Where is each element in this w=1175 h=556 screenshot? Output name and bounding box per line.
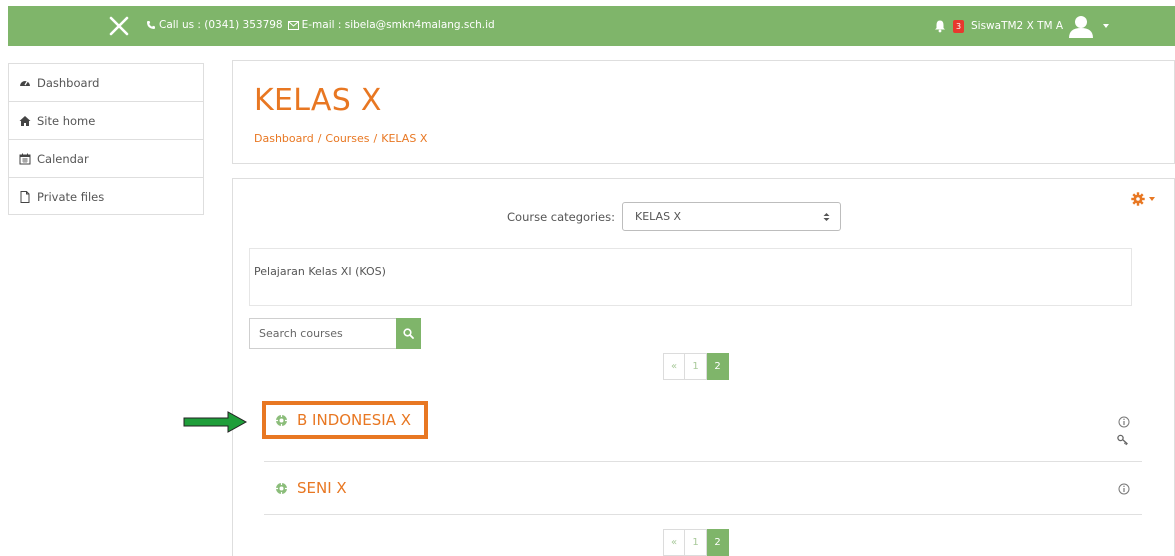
info-icon[interactable] [1118, 483, 1130, 495]
page-prev[interactable]: « [663, 353, 685, 380]
settings-menu[interactable] [1131, 192, 1155, 206]
page-1[interactable]: 1 [685, 353, 707, 380]
breadcrumb-courses[interactable]: Courses [325, 132, 369, 145]
message-badge[interactable]: 3 [953, 19, 964, 33]
page-1[interactable]: 1 [685, 529, 707, 556]
info-icon[interactable] [1118, 416, 1130, 428]
breadcrumb-separator: / [373, 132, 378, 145]
course-link[interactable]: B INDONESIA X [275, 411, 411, 429]
bell-icon[interactable] [933, 19, 947, 33]
sidebar-item-label: Site home [37, 113, 96, 128]
select-arrows-icon [823, 213, 830, 221]
course-divider [264, 514, 1142, 515]
chevron-down-icon [1149, 197, 1155, 201]
calendar-icon [19, 153, 31, 164]
category-label: Course categories: [507, 210, 615, 224]
sidebar-item-site-home[interactable]: Site home [9, 102, 203, 140]
pagination-top: « 1 2 [663, 353, 729, 380]
subcategory-link[interactable]: Pelajaran Kelas XI (KOS) [254, 265, 386, 278]
top-navbar: Call us : (0341) 353798 E-mail : sibela@… [8, 6, 1175, 46]
page-title: KELAS X [254, 83, 382, 118]
user-name[interactable]: SiswaTM2 X TM A [971, 20, 1063, 32]
course-name: SENI X [297, 479, 347, 497]
sidebar-item-dashboard[interactable]: Dashboard [9, 64, 203, 102]
search-icon [403, 328, 414, 339]
phone-icon [147, 21, 155, 29]
file-icon [20, 191, 30, 203]
sidebar-item-private-files[interactable]: Private files [9, 178, 203, 216]
sidebar-item-calendar[interactable]: Calendar [9, 140, 203, 178]
tachometer-icon [20, 80, 30, 86]
gear-icon [1131, 192, 1145, 206]
home-icon [19, 115, 31, 126]
sidebar-item-label: Private files [37, 190, 105, 204]
page-prev[interactable]: « [663, 529, 685, 556]
breadcrumb-current[interactable]: KELAS X [381, 132, 427, 145]
arrow-right-icon [183, 411, 248, 433]
page-header: KELAS X Dashboard / Courses / KELAS X [232, 60, 1175, 164]
contact-info: Call us : (0341) 353798 E-mail : sibela@… [146, 19, 495, 31]
email-text: E-mail : sibela@smkn4malang.sch.id [301, 19, 495, 31]
breadcrumb-separator: / [317, 132, 322, 145]
category-select[interactable]: KELAS X [622, 202, 841, 231]
key-icon [1117, 434, 1128, 446]
close-icon[interactable] [107, 14, 131, 38]
page-2[interactable]: 2 [707, 353, 729, 380]
breadcrumb: Dashboard / Courses / KELAS X [254, 132, 427, 145]
course-divider [264, 461, 1142, 462]
search-button[interactable] [396, 318, 421, 349]
chevron-down-icon[interactable] [1103, 24, 1110, 28]
sidebar-item-label: Calendar [37, 151, 89, 166]
phone-text: Call us : (0341) 353798 [159, 19, 283, 31]
sidebar-item-label: Dashboard [37, 75, 100, 90]
envelope-icon [287, 20, 299, 30]
course-name: B INDONESIA X [297, 411, 412, 429]
sidebar-nav: Dashboard Site home Calendar Private fil… [8, 63, 204, 215]
avatar-icon[interactable] [1067, 14, 1095, 38]
user-menu-area: 3 SiswaTM2 X TM A [933, 14, 1110, 38]
search-input[interactable] [249, 318, 396, 349]
pagination-bottom: « 1 2 [663, 529, 729, 556]
category-selected-value: KELAS X [635, 210, 682, 223]
course-icon [276, 482, 287, 494]
subcategory-box: Pelajaran Kelas XI (KOS) [249, 248, 1132, 306]
page-2[interactable]: 2 [707, 529, 729, 556]
course-link[interactable]: SENI X [275, 479, 347, 497]
course-icon [276, 414, 287, 426]
breadcrumb-dashboard[interactable]: Dashboard [254, 132, 314, 145]
